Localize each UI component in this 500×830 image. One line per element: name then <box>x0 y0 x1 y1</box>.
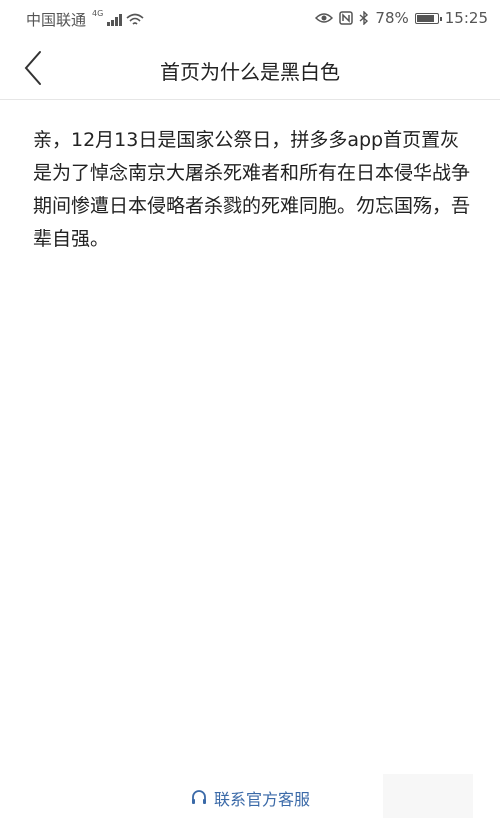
signal-icon <box>107 13 123 26</box>
eye-icon <box>315 13 334 23</box>
battery-icon <box>414 12 442 24</box>
page-title: 首页为什么是黑白色 <box>160 60 340 84</box>
answer-text: 亲，12月13日是国家公祭日，拼多多app首页置灰是为了悼念南京大屠杀死难者和所… <box>33 129 471 250</box>
wifi-icon <box>126 13 144 25</box>
clock: 15:25 <box>444 9 488 27</box>
contact-support-label: 联系官方客服 <box>214 790 311 809</box>
contact-support-button[interactable]: 联系官方客服 <box>190 786 310 810</box>
battery-percent: 78% <box>375 9 409 27</box>
nfc-icon <box>339 11 354 25</box>
status-bar: 中国联通 4G 78% 15:25 <box>0 0 500 36</box>
status-right: 78% 15:25 <box>315 9 488 27</box>
carrier-name: 中国联通 <box>26 11 87 29</box>
status-left: 中国联通 4G <box>26 9 144 30</box>
headset-icon <box>192 790 206 804</box>
bluetooth-icon <box>359 11 369 25</box>
footer-placeholder <box>383 774 473 818</box>
network-type: 4G <box>92 9 104 18</box>
nav-bar: 首页为什么是黑白色 <box>0 36 500 100</box>
